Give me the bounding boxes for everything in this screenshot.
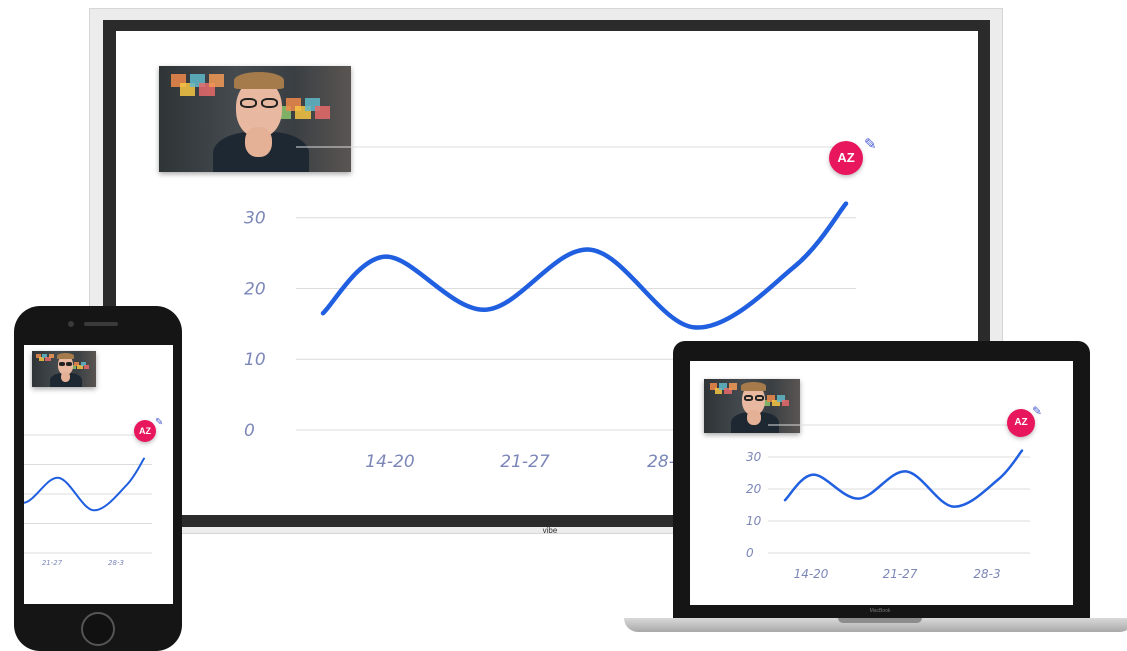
series-line <box>320 201 849 330</box>
phone-camera <box>68 321 74 327</box>
laptop-screen[interactable]: 0 10 20 30 14-20 21-27 28-3 AZ ✎ <box>690 361 1073 605</box>
phone-screen[interactable]: 21-27 28-3 AZ ✎ <box>24 345 173 604</box>
participant-avatar[interactable]: AZ <box>829 141 863 175</box>
x-tick-label: 21-27 <box>500 452 550 472</box>
x-tick-label: 14-20 <box>365 452 414 472</box>
x-tick-label: 21-27 <box>883 567 918 581</box>
participant-initials: AZ <box>139 426 151 436</box>
y-tick-label: 30 <box>244 209 266 229</box>
pencil-icon: ✎ <box>864 136 877 153</box>
x-tick-label: 28-3 <box>108 559 124 567</box>
laptop-line-chart: 0 10 20 30 14-20 21-27 28-3 <box>746 424 1030 581</box>
x-tick-label: 28- <box>647 452 675 472</box>
laptop-brand-label: MacBook <box>869 608 891 614</box>
whiteboard-brand-label: vibe <box>542 526 558 535</box>
laptop-notch <box>838 618 922 623</box>
phone-home-button[interactable] <box>81 612 115 646</box>
series-line <box>783 449 1024 508</box>
pencil-icon: ✎ <box>155 417 164 428</box>
y-tick-label: 10 <box>746 514 762 528</box>
y-tick-label: 20 <box>244 279 266 299</box>
y-tick-label: 20 <box>746 482 762 496</box>
participant-avatar[interactable]: AZ <box>134 420 156 442</box>
participant-avatar[interactable]: AZ <box>1007 409 1035 437</box>
y-tick-label: 30 <box>746 450 762 464</box>
x-tick-label: 28-3 <box>973 567 1000 581</box>
phone-line-chart: 21-27 28-3 <box>24 434 152 567</box>
y-tick-label: 0 <box>244 421 255 441</box>
phone-speaker <box>84 322 118 326</box>
series-line <box>24 457 145 512</box>
pencil-icon: ✎ <box>1032 404 1043 418</box>
participant-initials: AZ <box>1014 417 1028 428</box>
x-tick-label: 21-27 <box>42 559 63 567</box>
y-tick-label: 10 <box>244 350 266 370</box>
x-tick-label: 14-20 <box>794 567 829 581</box>
participant-initials: AZ <box>837 150 855 165</box>
y-tick-label: 0 <box>746 546 754 560</box>
